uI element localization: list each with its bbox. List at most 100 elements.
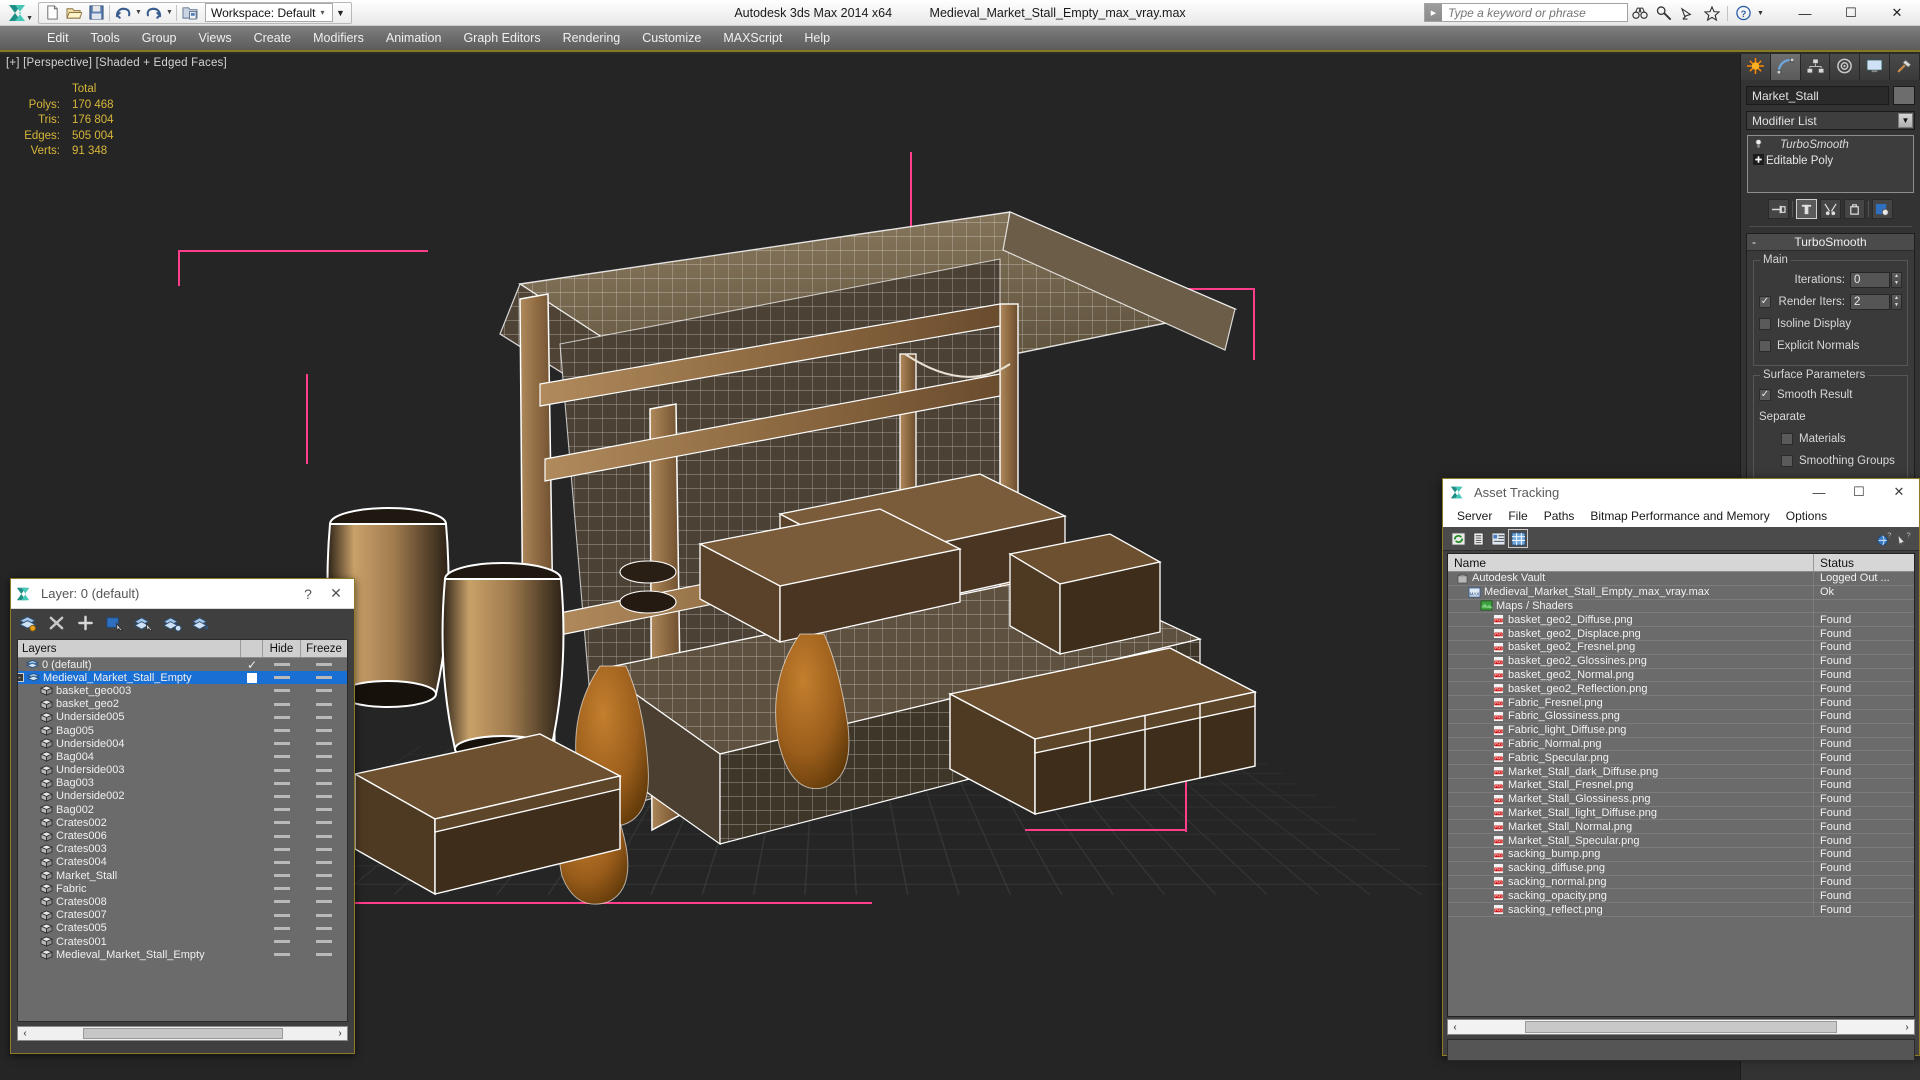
menu-item-tools[interactable]: Tools: [80, 28, 131, 48]
layer-freeze-cell[interactable]: [301, 663, 347, 667]
rollout-header[interactable]: - TurboSmooth: [1747, 234, 1914, 251]
menu-item-group[interactable]: Group: [131, 28, 188, 48]
asset-row[interactable]: PNG Market_Stall_Fresnel.png Found: [1448, 778, 1914, 793]
modifier-stack-item[interactable]: Editable Poly: [1749, 153, 1912, 169]
asset-row[interactable]: Autodesk Vault Logged Out ...: [1448, 572, 1914, 586]
search-magnifier-icon[interactable]: [1652, 2, 1676, 24]
rollout-collapse-icon[interactable]: -: [1752, 235, 1756, 249]
asset-row[interactable]: PNG basket_geo2_Fresnel.png Found: [1448, 640, 1914, 655]
asset-row[interactable]: PNG Fabric_light_Diffuse.png Found: [1448, 723, 1914, 738]
layer-hide-cell[interactable]: [263, 755, 301, 759]
layer-hide-cell[interactable]: [263, 887, 301, 891]
layer-hide-cell[interactable]: [263, 860, 301, 864]
workspace-selector[interactable]: Workspace: Default ▾: [205, 3, 333, 22]
help-icon[interactable]: ?: [1731, 2, 1755, 24]
asset-row[interactable]: PNG sacking_normal.png Found: [1448, 875, 1914, 890]
layer-row[interactable]: Crates004: [18, 856, 347, 869]
satellite-dish-icon[interactable]: [1676, 2, 1700, 24]
layers-scroll-left-button[interactable]: ‹: [18, 1028, 32, 1039]
parameter-checkbox[interactable]: [1781, 454, 1793, 467]
create-tab[interactable]: [1741, 54, 1771, 80]
layer-row[interactable]: Underside004: [18, 737, 347, 750]
menu-item-modifiers[interactable]: Modifiers: [302, 28, 375, 48]
layer-freeze-cell[interactable]: [301, 702, 347, 706]
layer-hide-cell[interactable]: [263, 874, 301, 878]
layer-row[interactable]: Medieval_Market_Stall_Empty: [18, 948, 347, 961]
menu-item-animation[interactable]: Animation: [375, 28, 453, 48]
object-name-field[interactable]: Market_Stall: [1746, 86, 1889, 105]
hide-layer-icon[interactable]: [191, 613, 211, 633]
layer-row[interactable]: Bag005: [18, 724, 347, 737]
object-color-swatch[interactable]: [1893, 86, 1915, 105]
highlight-selected-objects-icon[interactable]: [162, 613, 182, 633]
layer-freeze-cell[interactable]: [301, 768, 347, 772]
menu-item-help[interactable]: Help: [793, 28, 841, 48]
parameter-checkbox[interactable]: ✓: [1759, 388, 1771, 401]
layer-active-cell[interactable]: ✓: [241, 658, 263, 672]
layers-column-header[interactable]: [241, 640, 263, 657]
layer-dialog-close-button[interactable]: ✕: [322, 580, 350, 608]
maximize-button[interactable]: ☐: [1828, 0, 1874, 26]
menu-item-edit[interactable]: Edit: [36, 28, 80, 48]
asset-row[interactable]: PNG basket_geo2_Normal.png Found: [1448, 668, 1914, 683]
delete-layer-icon[interactable]: [46, 613, 66, 633]
close-button[interactable]: ✕: [1874, 0, 1920, 26]
binoculars-icon[interactable]: [1628, 2, 1652, 24]
layer-hide-cell[interactable]: [263, 821, 301, 825]
asset-row[interactable]: PNG Market_Stall_Specular.png Found: [1448, 834, 1914, 848]
help-arrow-icon[interactable]: ?: [1894, 529, 1914, 548]
asset-column-header[interactable]: Name: [1448, 554, 1814, 571]
layer-freeze-cell[interactable]: [301, 953, 347, 957]
layer-row[interactable]: Crates006: [18, 829, 347, 842]
layer-hide-cell[interactable]: [263, 913, 301, 917]
layer-row[interactable]: basket_geo003: [18, 684, 347, 697]
layers-scroll-thumb[interactable]: [82, 1028, 283, 1039]
make-unique-button[interactable]: [1820, 199, 1841, 219]
layer-hide-cell[interactable]: [263, 729, 301, 733]
select-highlighted-objects-icon[interactable]: [133, 613, 153, 633]
layer-row[interactable]: - Medieval_Market_Stall_Empty: [18, 671, 347, 685]
layer-active-cell[interactable]: [241, 672, 263, 683]
layer-freeze-cell[interactable]: [301, 913, 347, 917]
layer-row[interactable]: Underside002: [18, 790, 347, 803]
layer-freeze-cell[interactable]: [301, 715, 347, 719]
project-folder-button[interactable]: [179, 3, 201, 23]
favorites-star-icon[interactable]: [1700, 2, 1724, 24]
layer-freeze-cell[interactable]: [301, 781, 347, 785]
asset-row[interactable]: PNG Market_Stall_Glossiness.png Found: [1448, 792, 1914, 807]
layer-freeze-cell[interactable]: [301, 887, 347, 891]
asset-scroll-right-button[interactable]: ›: [1900, 1022, 1914, 1033]
help-globe-icon[interactable]: ?: [1874, 529, 1894, 548]
layer-hide-cell[interactable]: [263, 715, 301, 719]
modifier-list-dropdown[interactable]: Modifier List ▼: [1746, 111, 1915, 130]
save-file-button[interactable]: [85, 3, 107, 23]
layer-row[interactable]: Underside003: [18, 764, 347, 777]
asset-row[interactable]: PNG Market_Stall_light_Diffuse.png Found: [1448, 806, 1914, 821]
layer-row[interactable]: Crates002: [18, 816, 347, 829]
asset-row[interactable]: PNG basket_geo2_Displace.png Found: [1448, 627, 1914, 641]
grid-view-icon[interactable]: [1508, 529, 1528, 548]
layer-hide-cell[interactable]: [263, 940, 301, 944]
layer-hide-cell[interactable]: [263, 663, 301, 667]
layer-hide-cell[interactable]: [263, 808, 301, 812]
layer-hide-cell[interactable]: [263, 900, 301, 904]
asset-maximize-button[interactable]: ☐: [1839, 479, 1879, 505]
layers-column-header[interactable]: Freeze: [301, 640, 347, 657]
layer-row[interactable]: 0 (default) ✓: [18, 658, 347, 672]
search-input[interactable]: [1442, 4, 1627, 21]
asset-horizontal-scrollbar[interactable]: ‹ ›: [1447, 1019, 1915, 1035]
show-end-result-button[interactable]: [1796, 199, 1817, 219]
asset-scroll-thumb[interactable]: [1525, 1021, 1837, 1033]
display-tab[interactable]: [1860, 54, 1891, 80]
asset-row[interactable]: PNG sacking_opacity.png Found: [1448, 889, 1914, 904]
asset-row[interactable]: PNG sacking_bump.png Found: [1448, 847, 1914, 862]
expander-icon[interactable]: -: [18, 673, 24, 683]
app-logo-button[interactable]: ▼: [0, 0, 36, 26]
layer-hide-cell[interactable]: [263, 847, 301, 851]
motion-tab[interactable]: [1830, 54, 1861, 80]
spinner-arrows[interactable]: ▲ ▼: [1891, 271, 1902, 288]
undo-dropdown-icon[interactable]: ▼: [134, 3, 143, 23]
asset-row[interactable]: Maps / Shaders: [1448, 599, 1914, 614]
workspace-dropdown-button[interactable]: ▼: [333, 3, 349, 23]
modify-tab[interactable]: [1770, 54, 1801, 80]
